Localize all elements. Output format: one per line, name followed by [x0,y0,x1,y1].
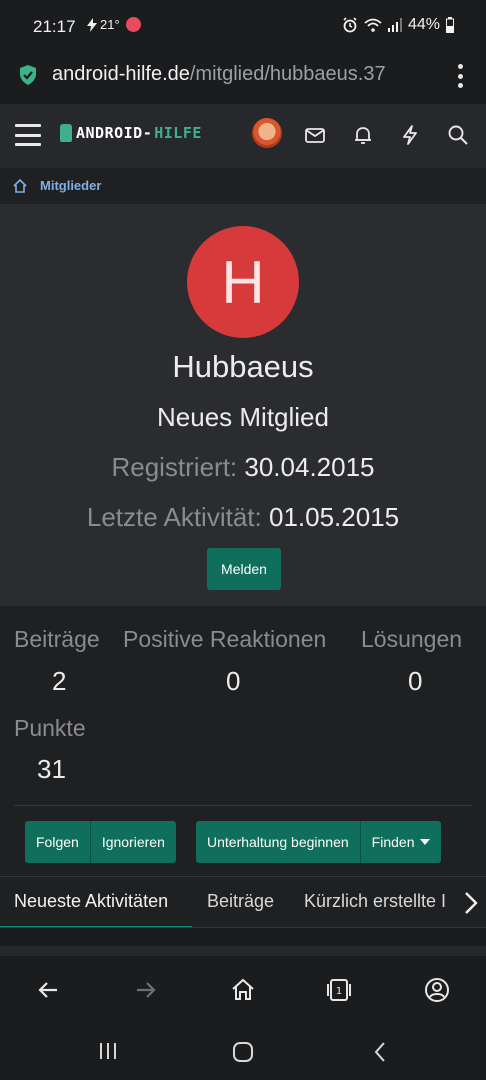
breadcrumb-members-link[interactable]: Mitglieder [40,178,101,193]
charging-icon [87,17,97,32]
profile-tabs: Neueste Aktivitäten Beiträge Kürzlich er… [0,876,486,928]
site-logo[interactable]: ANDROID- HILFE [60,124,202,142]
battery-icon [446,17,454,33]
posts-label: Beiträge [14,626,100,652]
profile-user-title: Neues Mitglied [157,402,329,432]
status-time: 21:17 [33,17,76,36]
bolt-icon[interactable] [399,124,421,146]
battery-text: 44% [407,16,440,33]
follow-button[interactable]: Folgen [25,821,90,863]
conversation-find-group: Unterhaltung beginnen Finden [196,821,442,863]
alarm-icon [343,17,357,33]
menu-icon[interactable] [15,124,41,146]
active-tab-indicator [0,926,192,927]
recent-apps-icon[interactable] [98,1041,118,1061]
system-back-icon[interactable] [372,1041,388,1063]
breadcrumb: Mitglieder [0,168,486,204]
start-conversation-button[interactable]: Unterhaltung beginnen [196,821,360,863]
divider [14,805,472,806]
last-activity-line: Letzte Aktivität: 01.05.2015 [86,502,400,532]
system-navigation-bar [0,1025,486,1080]
android-robot-icon [60,124,72,142]
reactions-label: Positive Reaktionen [123,626,327,652]
system-home-icon[interactable] [232,1041,254,1063]
secure-shield-icon [20,65,36,85]
status-bar: 21:17 21° 44% [0,0,486,52]
tab-recent-content[interactable]: Kürzlich erstellte I [304,891,446,912]
browser-menu-icon[interactable] [456,64,464,88]
solutions-value: 0 [408,666,423,696]
search-icon[interactable] [447,124,469,146]
user-avatar[interactable] [252,118,282,148]
whatsapp-icon [125,17,141,32]
browser-bottom-nav: 1 [0,957,486,1025]
profile-avatar[interactable]: H [187,226,299,338]
bell-icon[interactable] [352,124,374,146]
points-value[interactable]: 31 [37,754,66,785]
follow-ignore-group: Folgen Ignorieren [25,821,176,863]
profile-card: H Hubbaeus Neues Mitglied Registriert: 3… [0,204,486,606]
points-label: Punkte [14,715,86,741]
forward-arrow-icon[interactable] [133,977,159,1003]
registered-line: Registriert: 30.04.2015 [111,452,375,482]
wifi-icon [364,18,382,32]
find-dropdown-button[interactable]: Finden [361,821,442,863]
svg-text:1: 1 [336,986,342,997]
url-text[interactable]: android-hilfe.de/mitglied/hubbaeus.37 [52,63,432,86]
signal-icon [387,18,402,32]
browser-url-bar[interactable]: android-hilfe.de/mitglied/hubbaeus.37 [0,52,486,104]
home-icon[interactable] [230,977,256,1003]
tab-latest-activity[interactable]: Neueste Aktivitäten [14,891,168,912]
tab-posts[interactable]: Beiträge [207,891,274,912]
mail-icon[interactable] [304,124,326,146]
tabs-scroll-right-icon[interactable] [456,877,486,927]
temperature-text: 21° [100,17,120,32]
posts-value[interactable]: 2 [52,666,66,697]
caret-down-icon [420,839,431,845]
profile-username: Hubbaeus [172,349,314,384]
solutions-label: Lösungen [361,626,463,652]
ignore-button[interactable]: Ignorieren [91,821,176,863]
tabs-icon[interactable]: 1 [326,977,352,1003]
report-button[interactable]: Melden [207,548,281,590]
profile-icon[interactable] [424,977,450,1003]
back-arrow-icon[interactable] [35,977,61,1003]
content-divider [0,946,486,956]
home-icon[interactable] [12,178,28,194]
reactions-value: 0 [226,666,241,696]
